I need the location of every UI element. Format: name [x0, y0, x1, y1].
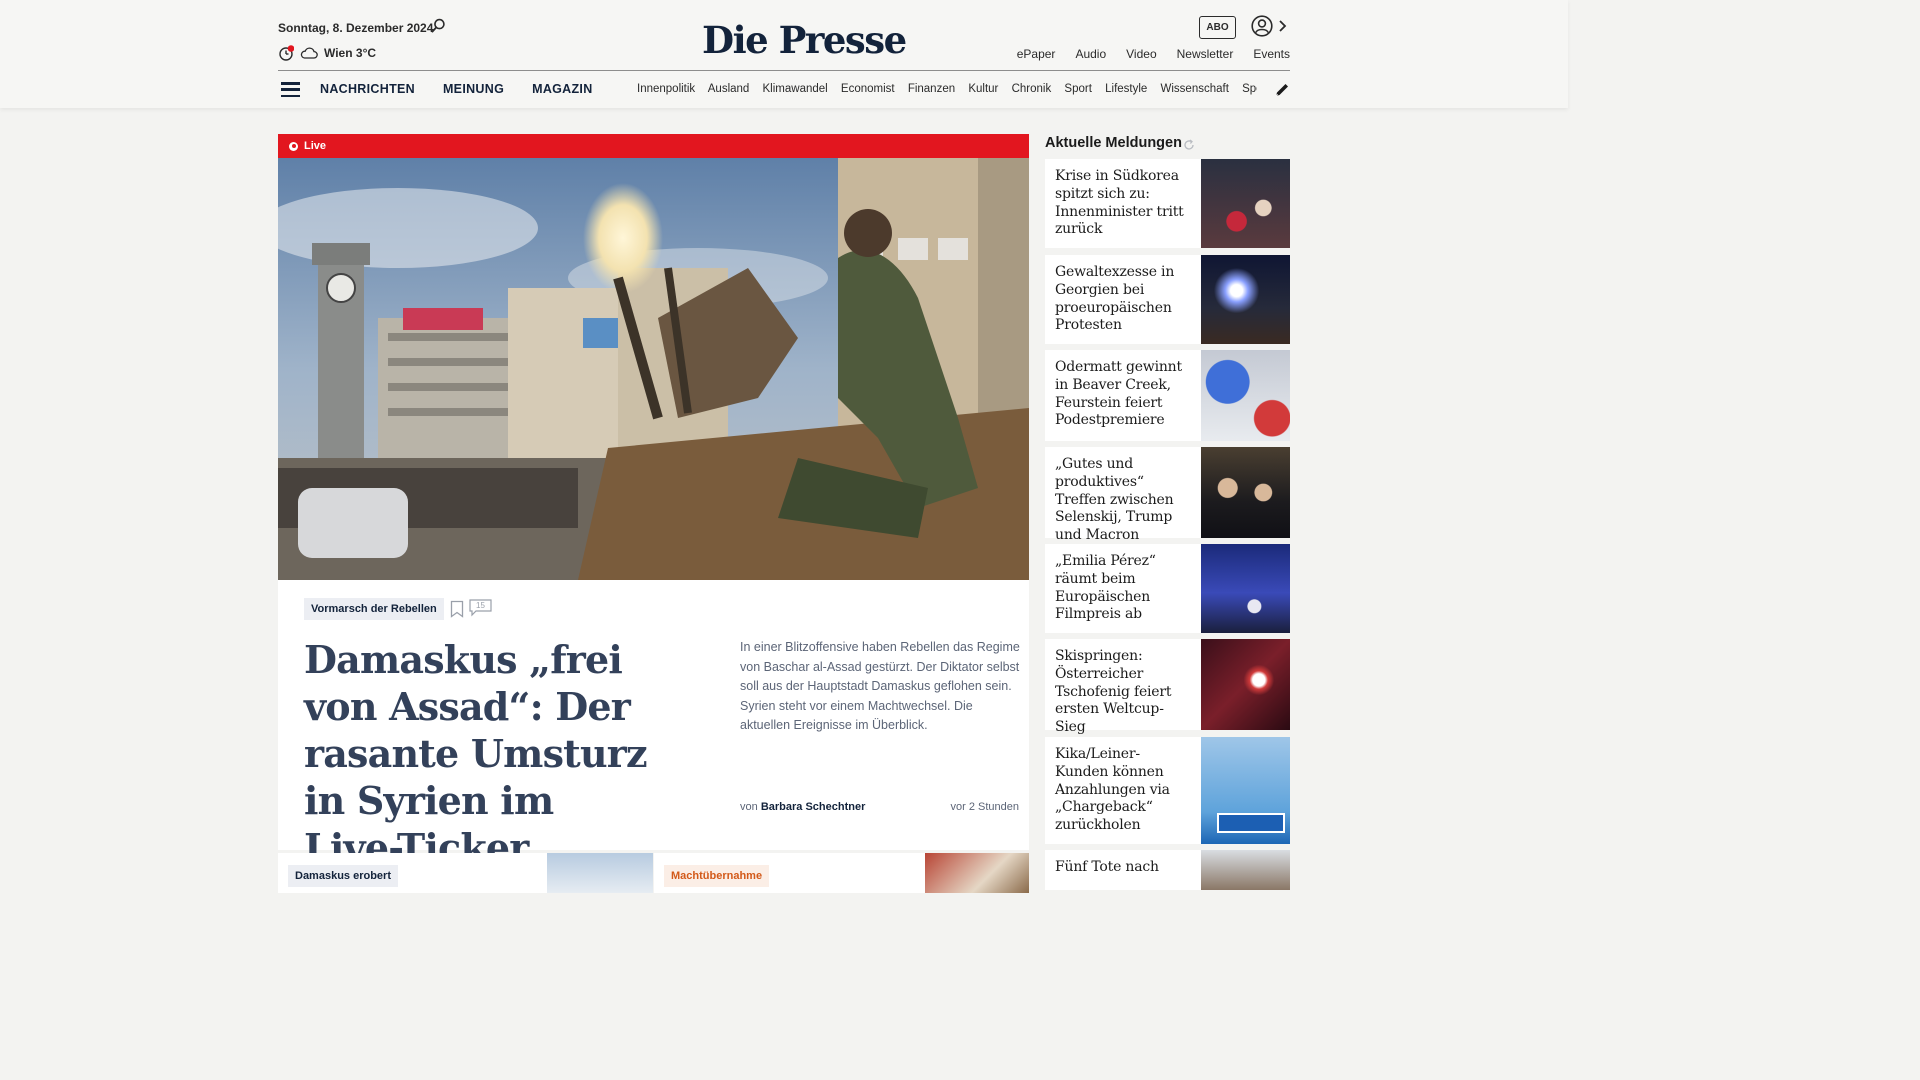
current-date: Sonntag, 8. Dezember 2024 [278, 21, 434, 35]
nav-magazin[interactable]: MAGAZIN [532, 82, 592, 96]
subnav-wissenschaft[interactable]: Wissenschaft [1161, 83, 1229, 95]
menu-icon[interactable] [281, 82, 300, 97]
subnav-spectrum[interactable]: Spectrum [1242, 83, 1257, 95]
link-events[interactable]: Events [1253, 47, 1290, 61]
nav-meinung[interactable]: MEINUNG [443, 82, 504, 96]
live-banner[interactable]: Live [278, 134, 1029, 158]
live-label: Live [304, 140, 327, 152]
news-item-thumbnail[interactable] [1201, 639, 1290, 730]
user-account-icon[interactable] [1251, 15, 1273, 37]
subnav-finanzen[interactable]: Finanzen [908, 83, 955, 95]
chevron-right-icon[interactable] [1278, 20, 1287, 32]
lead-article-card[interactable]: Vormarsch der Rebellen 15 Damaskus „frei… [278, 580, 1029, 870]
topic-tag[interactable]: Machtübernahme [664, 865, 770, 887]
news-item[interactable]: Gewaltexzesse in Georgien bei proeu­ropä… [1045, 255, 1290, 344]
article-thumbnail[interactable] [547, 853, 653, 893]
comment-icon[interactable]: 15 [469, 599, 492, 617]
search-icon[interactable] [431, 18, 446, 33]
news-item-title[interactable]: Kika/Leiner-Kunden können Anzahlungen vi… [1045, 737, 1201, 844]
news-item-title[interactable]: Fünf Tote nach [1045, 850, 1201, 890]
news-item[interactable]: Fünf Tote nach [1045, 850, 1290, 890]
link-audio[interactable]: Audio [1075, 47, 1106, 61]
news-item-thumbnail[interactable] [1201, 255, 1290, 344]
link-video[interactable]: Video [1126, 47, 1156, 61]
sidebar-title: Aktuelle Meldungen [1045, 135, 1182, 151]
bookmark-icon[interactable] [450, 600, 464, 618]
author-link[interactable]: Barbara Schechtner [761, 801, 866, 813]
top-links: ePaper Audio Video Newsletter Events [1017, 47, 1290, 61]
news-item[interactable]: Krise in Südkorea spitzt sich zu: Innen­… [1045, 159, 1290, 248]
weather-widget[interactable]: Wien 3°C [278, 45, 376, 61]
byline-prefix: von [740, 801, 758, 813]
news-item[interactable]: Kika/Leiner-Kunden können Anzahlungen vi… [1045, 737, 1290, 844]
news-item-thumbnail[interactable] [1201, 544, 1290, 633]
lead-teaser: In einer Blitzoffensive haben Rebellen d… [740, 640, 1020, 733]
subnav-klimawandel[interactable]: Klimawandel [763, 83, 828, 95]
nav-nachrichten[interactable]: NACHRICHTEN [320, 82, 415, 96]
news-item-thumbnail[interactable] [1201, 350, 1290, 441]
clock-icon[interactable] [278, 45, 294, 61]
link-epaper[interactable]: ePaper [1017, 47, 1056, 61]
subnav-lifestyle[interactable]: Lifestyle [1105, 83, 1147, 95]
news-item[interactable]: Odermatt gewinnt in Beaver Creek, Feurst… [1045, 350, 1290, 441]
news-item-thumbnail[interactable] [1201, 850, 1290, 890]
section-nav: Innenpolitik Ausland Klimawandel Economi… [637, 83, 1257, 95]
news-item[interactable]: „Gutes und produktives“ Treffen zwischen… [1045, 447, 1290, 543]
lead-headline[interactable]: Damaskus „frei von Assad“: Der rasante U… [304, 636, 664, 871]
cloud-icon [300, 47, 318, 59]
news-item-title[interactable]: „Emilia Pérez“ räumt beim Europäischen F… [1045, 544, 1201, 633]
subnav-economist[interactable]: Economist [841, 83, 895, 95]
article-card[interactable]: Damaskus erobert [278, 853, 653, 893]
comment-count: 15 [476, 601, 485, 610]
news-item-title[interactable]: Krise in Südkorea spitzt sich zu: Innen­… [1045, 159, 1201, 248]
article-thumbnail[interactable] [925, 853, 1029, 893]
news-item[interactable]: Skispringen: Österreicher Tschofenig fei… [1045, 639, 1290, 735]
refresh-icon[interactable] [1183, 139, 1195, 151]
header-divider [278, 70, 1290, 71]
live-dot-icon [289, 141, 298, 151]
link-newsletter[interactable]: Newsletter [1177, 47, 1234, 61]
lead-image[interactable] [278, 158, 1029, 580]
news-item-title[interactable]: Gewaltexzesse in Georgien bei proeu­ropä… [1045, 255, 1201, 344]
subnav-chronik[interactable]: Chronik [1012, 83, 1052, 95]
news-item-title[interactable]: Odermatt gewinnt in Beaver Creek, Feurst… [1045, 350, 1201, 441]
subnav-kultur[interactable]: Kultur [968, 83, 998, 95]
news-item-title[interactable]: „Gutes und produktives“ Treffen zwischen… [1045, 447, 1201, 543]
abo-button[interactable]: ABO [1199, 16, 1236, 39]
publish-time: vor 2 Stunden [950, 801, 1020, 813]
subnav-ausland[interactable]: Ausland [708, 83, 750, 95]
news-item-thumbnail[interactable] [1201, 737, 1290, 844]
site-header: Sonntag, 8. Dezember 2024 Wien 3°C Die P… [0, 0, 1568, 108]
topic-tag[interactable]: Damaskus erobert [288, 865, 398, 887]
site-logo[interactable]: Die Presse [702, 18, 907, 62]
news-item-thumbnail[interactable] [1201, 447, 1290, 538]
news-item-thumbnail[interactable] [1201, 159, 1290, 248]
weather-text: Wien 3°C [324, 46, 377, 60]
main-nav: NACHRICHTEN MEINUNG MAGAZIN [320, 82, 593, 96]
subnav-innenpolitik[interactable]: Innenpolitik [637, 83, 695, 95]
subnav-sport[interactable]: Sport [1064, 83, 1092, 95]
article-card[interactable]: Machtübernahme [654, 853, 1029, 893]
lead-topic-tag[interactable]: Vormarsch der Rebellen [304, 598, 444, 620]
news-item-title[interactable]: Skispringen: Österreicher Tschofenig fei… [1045, 639, 1201, 735]
pencil-icon[interactable] [1274, 82, 1290, 98]
news-item[interactable]: „Emilia Pérez“ räumt beim Europäischen F… [1045, 544, 1290, 633]
byline: von Barbara Schechtner [740, 801, 865, 813]
